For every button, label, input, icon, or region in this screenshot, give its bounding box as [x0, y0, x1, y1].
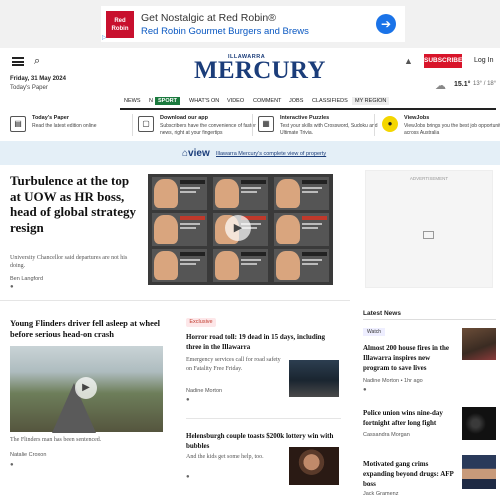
play-icon[interactable]: ▶ — [75, 377, 97, 399]
weather-temp[interactable]: 15.1° — [454, 81, 470, 88]
nav-news[interactable]: NEWS — [124, 98, 141, 104]
story-author[interactable]: Natalie Croxon — [10, 452, 46, 458]
newspaper-icon: ▤ — [10, 116, 26, 132]
story-summary: Emergency services call for road safety … — [186, 357, 281, 372]
ad-arrow-icon[interactable]: ➔ — [376, 14, 396, 34]
nav-video[interactable]: VIDEO — [227, 98, 244, 104]
viewjobs-icon: ● — [382, 116, 398, 132]
top-ad-banner: Red Robin Get Nostalgic at Red Robin® Re… — [0, 0, 500, 48]
story-headline[interactable]: Horror road toll: 19 dead in 15 days, in… — [186, 333, 336, 352]
comment-icon[interactable]: ● — [10, 284, 14, 290]
promo-divider — [252, 114, 253, 136]
promo-desc: Subscribers have the convenience of fast… — [160, 123, 256, 136]
nav-classifieds[interactable]: CLASSIFIEDS — [312, 98, 348, 104]
promo-title: Interactive Puzzles — [280, 115, 330, 121]
story-summary: And the kids get some help, too. — [186, 454, 264, 460]
photo-tile — [152, 213, 207, 246]
latest-author[interactable]: Cassandra Morgan — [363, 432, 410, 438]
latest-image[interactable] — [462, 328, 496, 360]
nav-whats-on[interactable]: WHAT'S ON — [189, 98, 219, 104]
ad-box[interactable]: Red Robin Get Nostalgic at Red Robin® Re… — [101, 6, 405, 42]
promo-divider — [132, 114, 133, 136]
lead-author[interactable]: Ben Langford — [10, 276, 43, 282]
nav-underline — [120, 108, 496, 110]
ad-label: ADVERTISEMENT — [409, 176, 449, 181]
lead-headline[interactable]: Turbulence at the top at UOW as HR boss,… — [10, 173, 140, 235]
nav-sport[interactable]: SPORT — [155, 97, 180, 105]
photo-tile — [213, 249, 268, 282]
photo-tile — [152, 249, 207, 282]
photo-tile — [274, 177, 329, 210]
menu-icon[interactable] — [12, 57, 24, 66]
photo-tile — [274, 213, 329, 246]
ad-image-icon — [423, 231, 434, 239]
promo-desc: Read the latest edition online — [32, 123, 97, 129]
nav-jobs[interactable]: JOBS — [289, 98, 303, 104]
promo-todays-paper[interactable]: ▤ Today's Paper Read the latest edition … — [10, 112, 128, 138]
promo-strip: ▤ Today's Paper Read the latest edition … — [0, 112, 500, 140]
story-image[interactable] — [289, 447, 339, 485]
promo-desc: Test your skills with Crossword, Sudoku … — [280, 123, 378, 136]
exclusive-badge: Exclusive — [186, 318, 216, 327]
phone-icon: ▢ — [138, 116, 154, 132]
promo-desc: ViewJobs brings you the best job opportu… — [404, 123, 500, 136]
cloud-icon: ☁ — [435, 80, 446, 92]
side-advertisement[interactable] — [365, 170, 493, 288]
comment-icon[interactable]: ● — [363, 387, 367, 393]
view-property-link[interactable]: Illawarra Mercury's complete view of pro… — [216, 151, 326, 157]
latest-news-title: Latest News — [363, 310, 401, 317]
current-date: Friday, 31 May 2024 — [10, 76, 66, 82]
photo-tile — [274, 249, 329, 282]
comment-icon[interactable]: ● — [10, 462, 14, 468]
photo-tile — [152, 177, 207, 210]
photo-tile — [213, 177, 268, 210]
promo-app[interactable]: ▢ Download our app Subscribers have the … — [138, 112, 256, 138]
latest-image[interactable] — [462, 455, 496, 489]
main-nav: NEWS N SPORT WHAT'S ON VIDEO COMMENT JOB… — [0, 96, 500, 108]
site-logo[interactable]: MERCURY — [194, 57, 326, 85]
subscribe-button[interactable]: SUBSCRIBE — [424, 54, 462, 68]
story-image[interactable] — [289, 360, 339, 397]
nav-n[interactable]: N — [149, 98, 153, 104]
promo-puzzles[interactable]: ▦ Interactive Puzzles Test your skills w… — [258, 112, 378, 138]
story-headline[interactable]: Young Flinders driver fell asleep at whe… — [10, 318, 170, 340]
nav-comment[interactable]: COMMENT — [253, 98, 281, 104]
promo-title: ViewJobs — [404, 115, 430, 121]
story-author[interactable]: Nadine Morton — [186, 388, 222, 394]
ad-logo[interactable]: Red Robin — [106, 11, 134, 38]
latest-headline[interactable]: Motivated gang crims expanding beyond dr… — [363, 459, 458, 489]
view-logo[interactable]: ⌂view — [182, 148, 210, 159]
watch-badge: Watch — [363, 328, 385, 336]
ad-info-icon[interactable]: ▷ — [102, 34, 107, 41]
promo-title: Download our app — [160, 115, 208, 121]
lead-summary: University Chancellor said departures ar… — [10, 255, 128, 269]
promo-viewjobs[interactable]: ● ViewJobs ViewJobs brings you the best … — [382, 112, 500, 138]
latest-divider — [363, 319, 496, 320]
login-link[interactable]: Log In — [474, 57, 493, 64]
comment-icon[interactable]: ● — [186, 397, 190, 403]
latest-headline[interactable]: Police union wins nine-day fortnight aft… — [363, 408, 458, 428]
todays-paper-link[interactable]: Today's Paper — [10, 85, 48, 91]
weather-range: 13° / 18° — [473, 81, 497, 87]
ad-headline[interactable]: Get Nostalgic at Red Robin® — [141, 12, 276, 24]
latest-image[interactable] — [462, 407, 496, 440]
search-icon[interactable]: ⌕ — [34, 55, 40, 68]
story-summary: The Flinders man has been sentenced. — [10, 437, 102, 443]
promo-divider — [374, 114, 375, 136]
latest-author[interactable]: Nadine Morton • 1hr ago — [363, 378, 423, 384]
ad-subline[interactable]: Red Robin Gourmet Burgers and Brews — [141, 26, 309, 37]
section-divider — [0, 300, 350, 301]
nav-my-region[interactable]: MY REGION — [352, 97, 390, 105]
latest-author[interactable]: Jack Gramenz — [363, 491, 398, 497]
crossword-icon: ▦ — [258, 116, 274, 132]
promo-title: Today's Paper — [32, 115, 69, 121]
play-icon[interactable]: ▶ — [225, 215, 251, 241]
bell-icon[interactable]: ▲ — [404, 56, 413, 66]
story-divider — [186, 418, 341, 419]
latest-headline[interactable]: Almost 200 house fires in the Illawarra … — [363, 343, 458, 373]
comment-icon[interactable]: ● — [186, 474, 190, 480]
